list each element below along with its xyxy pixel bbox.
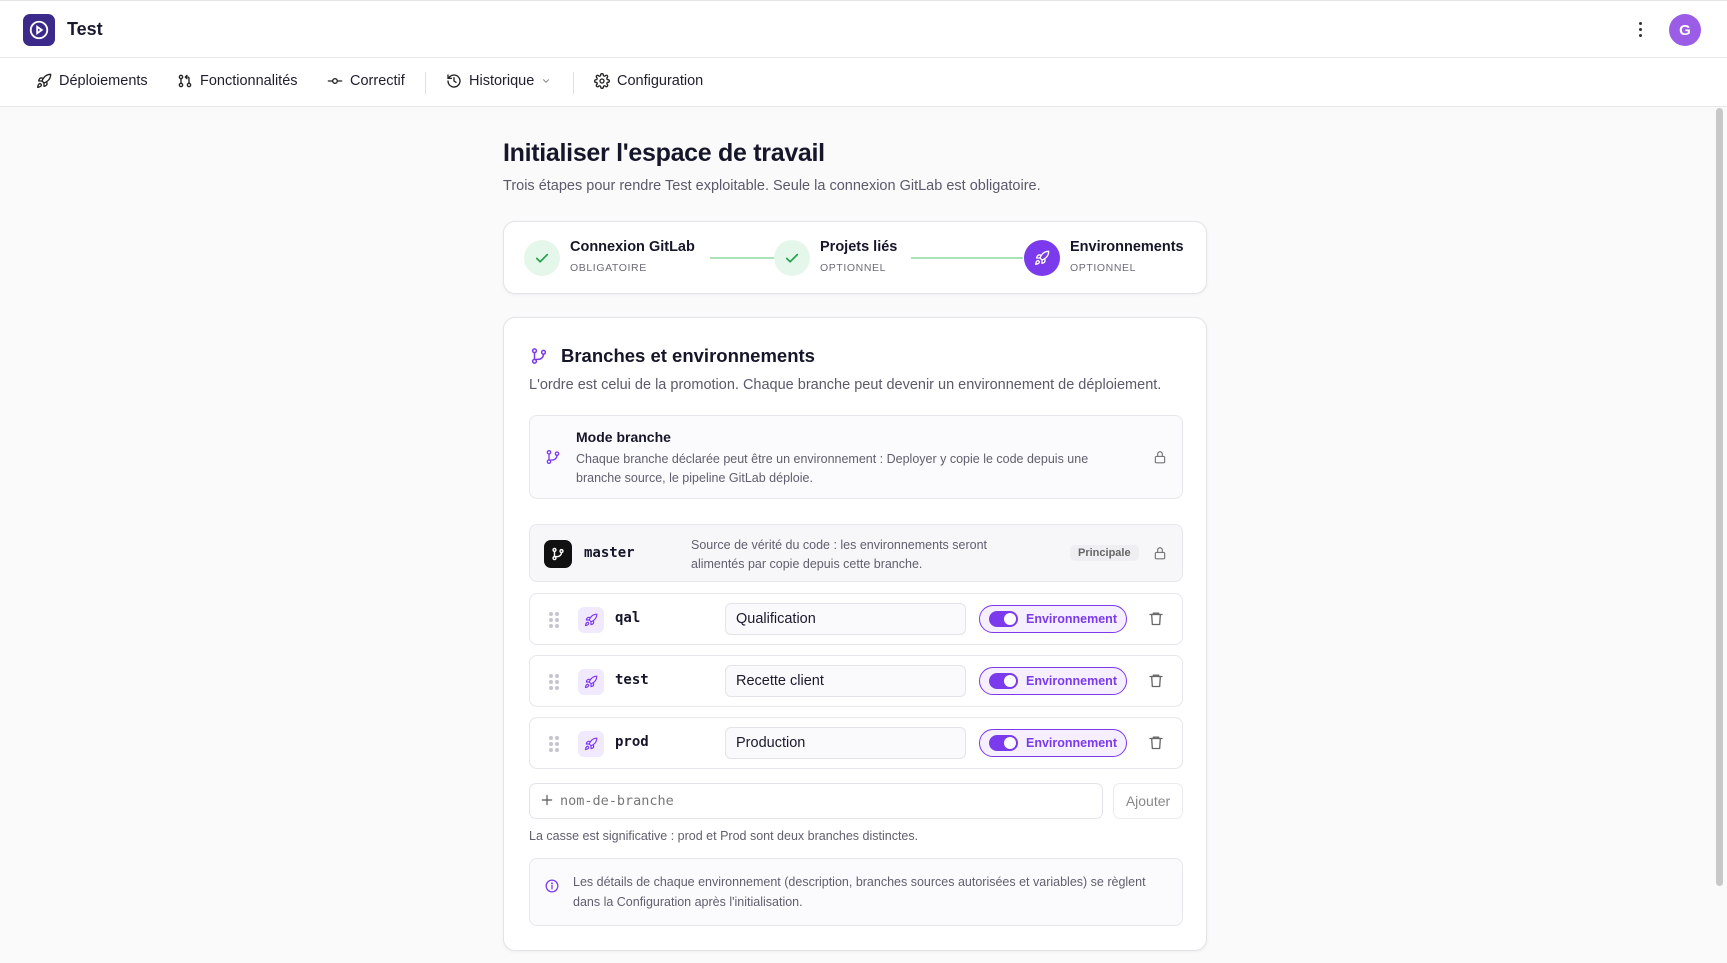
card-subtitle: L'ordre est celui de la promotion. Chaqu… [529,377,1162,393]
nav-item-label: Déploiements [59,73,148,89]
page-title: Initialiser l'espace de travail [503,139,825,167]
git-commit-icon [327,78,343,84]
environment-toggle[interactable]: Environnement [979,605,1127,633]
lock-icon [1153,545,1167,561]
info-icon [545,879,559,898]
env-row: qal Environnement [529,593,1183,645]
branches-card: Branches et environnements L'ordre est c… [503,317,1207,951]
nav-divider [425,72,426,94]
env-label-input[interactable] [725,603,966,635]
mode-description: Chaque branche déclarée peut être un env… [576,452,1089,485]
toggle-label: Environnement [1026,674,1117,688]
nav-item-historique[interactable]: Historique [446,73,551,89]
branch-mode-box: Mode branche Chaque branche déclarée peu… [529,415,1183,499]
master-branch-row: master Source de vérité du code : les en… [529,524,1183,582]
card-title: Branches et environnements [561,345,815,366]
plus-icon [540,793,554,812]
principal-badge: Principale [1070,545,1139,561]
step-active-rocket-icon [1024,240,1060,276]
new-branch-input[interactable] [560,784,1090,818]
rocket-icon [37,73,52,88]
drag-handle-icon[interactable] [549,612,559,628]
nav-divider [573,72,574,94]
step-title: Projets liés [820,239,898,255]
rocket-icon [578,607,604,633]
rocket-icon [578,731,604,757]
step-done-check-icon [524,240,560,276]
trash-icon[interactable] [1148,610,1164,632]
step-tag: OBLIGATOIRE [570,262,647,274]
nav-item-deploiements[interactable]: Déploiements [36,73,148,89]
toggle-label: Environnement [1026,736,1117,750]
info-box: Les détails de chaque environnement (des… [529,858,1183,926]
history-icon [447,74,461,88]
nav-item-label: Configuration [617,73,704,89]
info-text: Les détails de chaque environnement (des… [573,875,1146,909]
git-branch-icon [530,346,548,371]
toggle-switch[interactable] [989,673,1018,689]
git-branch-icon [544,540,572,568]
step-tag: OPTIONNEL [820,262,887,274]
step-connector [710,257,774,259]
trash-icon[interactable] [1148,734,1164,756]
nav-item-configuration[interactable]: Configuration [594,73,703,89]
top-bar: Test G [0,0,1727,58]
mode-title: Mode branche [576,429,671,445]
git-pull-request-icon [178,74,192,88]
more-options-icon[interactable] [1630,17,1650,41]
env-row: test Environnement [529,655,1183,707]
toggle-label: Environnement [1026,612,1117,626]
lock-icon [1153,449,1167,465]
nav-item-fonctionnalites[interactable]: Fonctionnalités [177,73,298,89]
page-subtitle: Trois étapes pour rendre Test exploitabl… [503,178,1041,194]
setup-stepper: Connexion GitLab OBLIGATOIRE Projets lié… [503,221,1207,294]
app-title: Test [67,19,103,39]
new-branch-field [529,783,1103,819]
branch-name: master [584,545,635,561]
nav-item-correctif[interactable]: Correctif [327,73,405,89]
master-description: Source de vérité du code : les environne… [691,538,988,571]
env-label-input[interactable] [725,665,966,697]
branch-name: prod [615,734,649,750]
nav-item-label: Fonctionnalités [200,73,298,89]
chevron-down-icon [543,79,550,83]
env-label-input[interactable] [725,727,966,759]
step-tag: OPTIONNEL [1070,262,1137,274]
branch-name: qal [615,610,641,626]
gear-icon [594,73,610,89]
main-nav: Déploiements Fonctionnalités Correctif H… [0,58,1727,107]
env-row: prod Environnement [529,717,1183,769]
avatar[interactable]: G [1669,14,1701,46]
app-logo-icon[interactable] [23,14,55,46]
step-done-check-icon [774,240,810,276]
git-branch-icon [545,448,561,471]
nav-item-label: Correctif [350,73,405,89]
add-branch-button[interactable]: Ajouter [1113,783,1183,819]
branch-name: test [615,672,649,688]
step-connector [911,257,1023,259]
rocket-icon [578,669,604,695]
environment-toggle[interactable]: Environnement [979,729,1127,757]
nav-item-label: Historique [469,73,535,89]
environment-toggle[interactable]: Environnement [979,667,1127,695]
toggle-switch[interactable] [989,735,1018,751]
drag-handle-icon[interactable] [549,674,559,690]
step-title: Connexion GitLab [570,239,695,255]
case-sensitivity-note: La casse est significative : prod et Pro… [529,829,919,843]
toggle-switch[interactable] [989,611,1018,627]
page-scrollbar[interactable] [1716,108,1723,886]
trash-icon[interactable] [1148,672,1164,694]
step-title: Environnements [1070,239,1184,255]
drag-handle-icon[interactable] [549,736,559,752]
